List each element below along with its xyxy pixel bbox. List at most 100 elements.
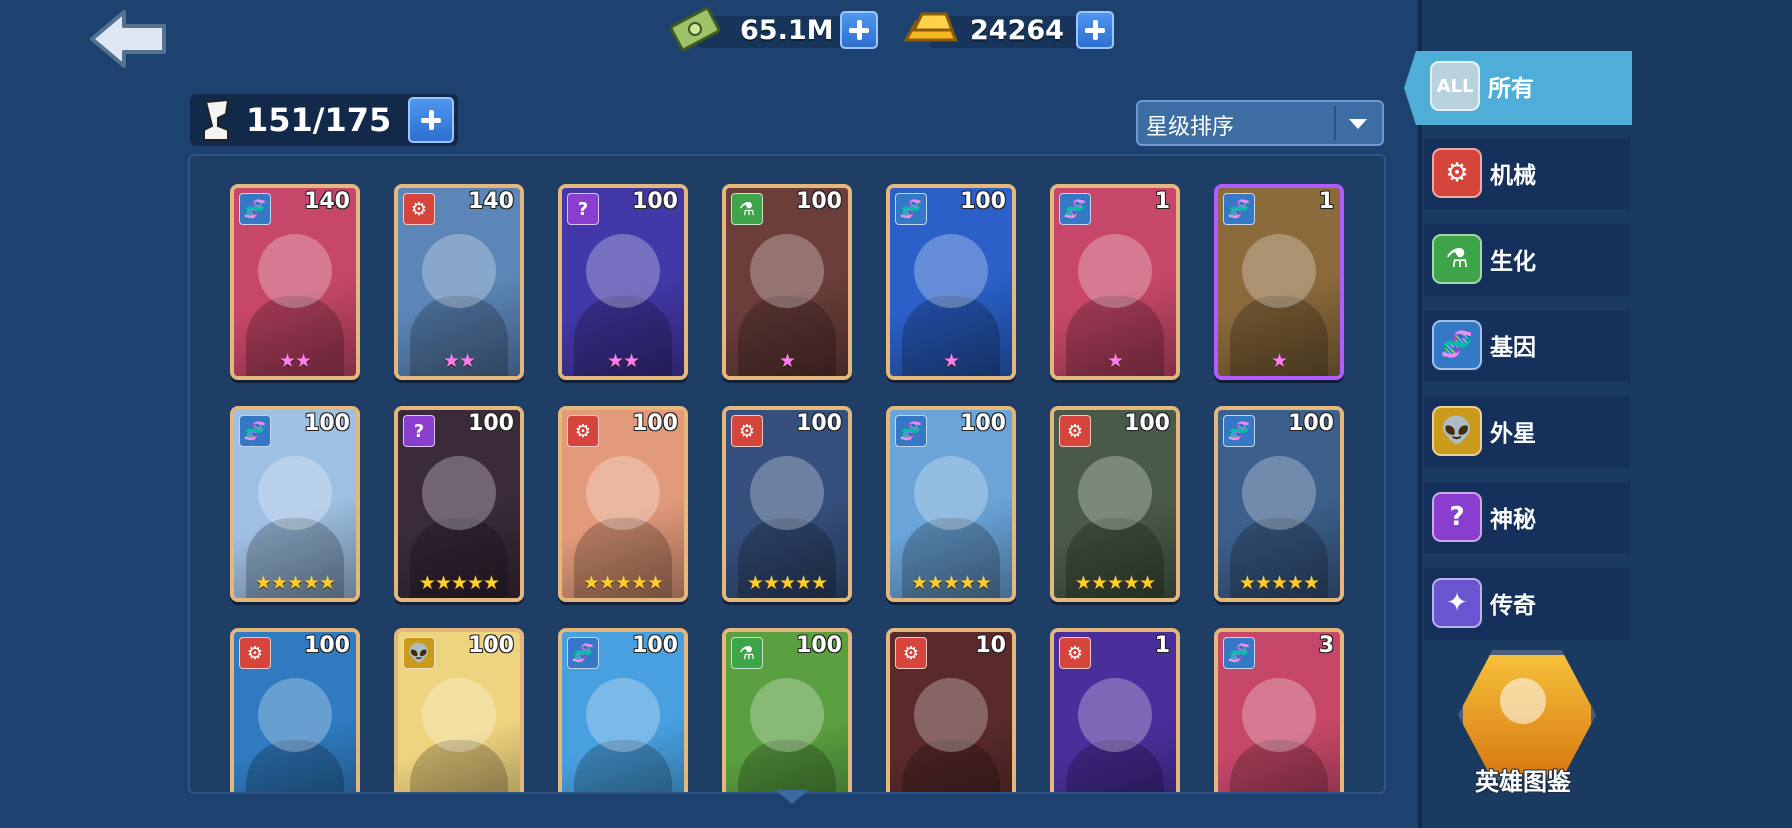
mystery-icon: ?	[567, 193, 599, 225]
add-gold-button[interactable]	[1076, 11, 1114, 49]
hero-level: 100	[632, 633, 678, 658]
hero-stars: ★	[1106, 350, 1124, 372]
dna-icon: 🧬	[1059, 193, 1091, 225]
hero-card[interactable]: ⚙ 100 ★★★★★	[722, 406, 852, 602]
category-tab-alien[interactable]: 👽 外星	[1424, 396, 1630, 468]
category-tab-bio-flask[interactable]: ⚗ 生化	[1424, 224, 1630, 296]
hero-level: 100	[796, 411, 842, 436]
hero-stars: ★	[942, 350, 960, 372]
hero-stars: ★★	[606, 350, 640, 372]
hero-card[interactable]: 🧬 100 ★	[886, 184, 1016, 380]
hero-level: 100	[468, 633, 514, 658]
add-cash-button[interactable]	[840, 11, 878, 49]
hero-level: 100	[960, 189, 1006, 214]
category-tab-mech[interactable]: ⚙ 机械	[1424, 138, 1630, 210]
mech-icon: ⚙	[1432, 148, 1482, 198]
mech-icon: ⚙	[239, 637, 271, 669]
sort-dropdown-label: 星级排序	[1146, 115, 1235, 140]
hero-level: 100	[304, 411, 350, 436]
gold-currency: 24264	[900, 10, 1114, 50]
hero-level: 100	[1288, 411, 1334, 436]
hero-stars: ★★★★★	[418, 572, 500, 594]
capacity-count: 151/175	[246, 101, 392, 139]
category-label: 生化	[1490, 249, 1536, 275]
expand-capacity-button[interactable]	[408, 97, 454, 143]
hero-card[interactable]: 🧬 100	[558, 628, 688, 792]
hero-card[interactable]: ? 100 ★★	[558, 184, 688, 380]
hero-level: 100	[796, 189, 842, 214]
hero-card[interactable]: 🧬 3	[1214, 628, 1344, 792]
hero-level: 100	[632, 411, 678, 436]
hero-level: 140	[304, 189, 350, 214]
category-label: 外星	[1490, 421, 1536, 447]
mech-icon: ⚙	[567, 415, 599, 447]
hero-card[interactable]: ⚙ 10	[886, 628, 1016, 792]
hero-card[interactable]: ⚗ 100 ★	[722, 184, 852, 380]
hero-card[interactable]: 🧬 1 ★	[1214, 184, 1344, 380]
gold-amount: 24264	[970, 14, 1064, 46]
mech-icon: ⚙	[403, 193, 435, 225]
mech-icon: ⚙	[895, 637, 927, 669]
mystery-icon: ?	[1432, 492, 1482, 542]
bio-flask-icon: ⚗	[1432, 234, 1482, 284]
hero-card[interactable]: 🧬 100 ★★★★★	[230, 406, 360, 602]
hero-level: 1	[1154, 189, 1170, 214]
sort-dropdown[interactable]: 星级排序	[1136, 100, 1384, 146]
hero-level: 100	[468, 411, 514, 436]
hero-stars: ★★★★★	[1074, 572, 1156, 594]
dna-icon: 🧬	[895, 193, 927, 225]
hero-level: 100	[1124, 411, 1170, 436]
hero-stars: ★	[1270, 350, 1288, 372]
hero-card[interactable]: ⚙ 100 ★★★★★	[558, 406, 688, 602]
hero-card[interactable]: 🧬 100 ★★★★★	[1214, 406, 1344, 602]
hero-card[interactable]: ? 100 ★★★★★	[394, 406, 524, 602]
category-tab-all[interactable]: ALL 所有	[1404, 51, 1632, 125]
hero-level: 140	[468, 189, 514, 214]
all-icon: ALL	[1430, 61, 1480, 111]
hero-card[interactable]: 🧬 1 ★	[1050, 184, 1180, 380]
hero-stars: ★★★★★	[254, 572, 336, 594]
mech-icon: ⚙	[731, 415, 763, 447]
category-label: 神秘	[1490, 507, 1536, 533]
category-tab-dna[interactable]: 🧬 基因	[1424, 310, 1630, 382]
hero-stars: ★	[778, 350, 796, 372]
gold-bar-icon	[903, 12, 959, 42]
hero-stars: ★★	[442, 350, 476, 372]
category-tab-legend[interactable]: ✦ 传奇	[1424, 568, 1630, 640]
hero-stars: ★★★★★	[582, 572, 664, 594]
mystery-icon: ?	[403, 415, 435, 447]
hero-card[interactable]: 🧬 140 ★★	[230, 184, 360, 380]
hero-level: 100	[304, 633, 350, 658]
hero-grid[interactable]: 🧬 140 ★★ ⚙ 140 ★★? 100 ★★ ⚗ 100 ★ 🧬 100 ★ 🧬 1 ★ 🧬 1 ★ 🧬 100 ★★…	[188, 154, 1386, 794]
mech-icon: ⚙	[1059, 415, 1091, 447]
hero-card[interactable]: 🧬 100 ★★★★★	[886, 406, 1016, 602]
dna-icon: 🧬	[1223, 415, 1255, 447]
hero-card[interactable]: ⚙ 1	[1050, 628, 1180, 792]
hero-card[interactable]: ⚗ 100	[722, 628, 852, 792]
dna-icon: 🧬	[1432, 320, 1482, 370]
hero-card[interactable]: ⚙ 100	[230, 628, 360, 792]
dna-icon: 🧬	[239, 193, 271, 225]
bio-flask-icon: ⚗	[731, 193, 763, 225]
hero-card[interactable]: ⚙ 100 ★★★★★	[1050, 406, 1180, 602]
hero-level: 1	[1318, 189, 1334, 214]
category-label: 所有	[1488, 76, 1534, 102]
cash-currency: 65.1M	[668, 7, 878, 51]
hero-stars: ★★★★★	[910, 572, 992, 594]
mech-icon: ⚙	[1059, 637, 1091, 669]
hero-card[interactable]: ⚙ 140 ★★	[394, 184, 524, 380]
dna-icon: 🧬	[567, 637, 599, 669]
hero-encyclopedia-button[interactable]: 英雄图鉴	[1448, 650, 1598, 800]
hero-stars: ★★★★★	[746, 572, 828, 594]
alien-icon: 👽	[403, 637, 435, 669]
dna-icon: 🧬	[1223, 637, 1255, 669]
hero-level: 1	[1154, 633, 1170, 658]
back-button[interactable]	[88, 8, 168, 70]
category-tab-mystery[interactable]: ? 神秘	[1424, 482, 1630, 554]
hero-card[interactable]: 👽 100	[394, 628, 524, 792]
hero-bust-icon	[203, 98, 230, 141]
category-label: 基因	[1490, 335, 1536, 361]
scroll-down-arrow-icon	[776, 790, 808, 804]
hero-level: 100	[960, 411, 1006, 436]
hero-level: 10	[975, 633, 1006, 658]
